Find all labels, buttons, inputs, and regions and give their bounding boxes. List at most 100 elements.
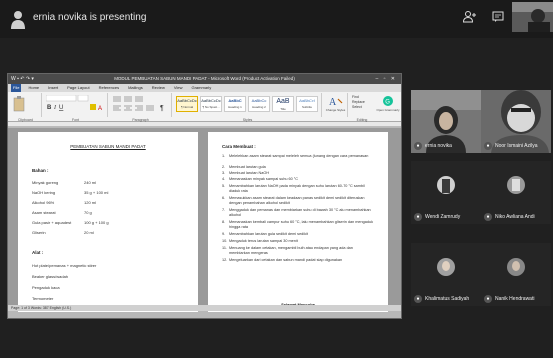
tab-view[interactable]: View <box>172 84 185 92</box>
style-no-spacing[interactable]: AaBbCcDc ¶ No Spaci... <box>200 96 222 112</box>
clipboard-group: Clipboard <box>10 93 42 122</box>
participant-tile[interactable]: ● Khalimatus Sadiyah <box>411 243 481 306</box>
style-no-spacing-sample: AaBbCcDc <box>201 98 221 103</box>
tool-item: Termometer <box>32 296 54 301</box>
tab-page-layout[interactable]: Page Layout <box>65 84 91 92</box>
mic-muted-icon: ● <box>414 213 422 221</box>
step-number: 1. <box>222 154 226 158</box>
ingredient-amount: 35 g + 100 ml <box>84 190 109 195</box>
style-normal[interactable]: AaBbCcDc ¶ Normal <box>176 96 198 112</box>
grammarly-group[interactable]: G Open Grammarly <box>376 93 400 117</box>
style-subtitle[interactable]: AaBbCcI Subtitle <box>296 96 318 112</box>
ribbon: Clipboard B I U A Font ¶ Paragraph AaBbC… <box>8 92 401 122</box>
svg-text:G: G <box>385 100 390 106</box>
people-add-icon[interactable] <box>459 9 481 29</box>
style-normal-sample: AaBbCcDc <box>177 98 197 103</box>
step-text: Menggaduk dan pemanas dan membiarkan suh… <box>229 208 371 217</box>
style-heading-2[interactable]: AaBbCc Heading 2 <box>248 96 270 112</box>
svg-text:B: B <box>47 105 52 111</box>
tab-references[interactable]: References <box>97 84 121 92</box>
style-normal-name: ¶ Normal <box>180 105 194 109</box>
change-styles-group[interactable]: A Change Styles <box>324 93 348 117</box>
change-styles-icon: A <box>329 97 343 107</box>
tab-insert[interactable]: Insert <box>46 84 60 92</box>
participant-name: Wendi Zamrudy <box>425 214 461 220</box>
step-number: 2. <box>222 165 226 169</box>
quick-access-icons[interactable]: W ▪ ↶ ↷ ▾ <box>11 74 34 84</box>
style-title[interactable]: AaB Title <box>272 96 294 112</box>
step-text: Menambahkan larutan NaOH pada minyak den… <box>229 184 365 193</box>
style-no-spacing-name: ¶ No Spaci... <box>202 105 220 109</box>
svg-text:¶: ¶ <box>160 105 164 112</box>
paragraph-controls-icon[interactable]: ¶ <box>112 95 170 113</box>
ingredient-row: Gliserin 20 ml <box>32 230 182 235</box>
ruler[interactable] <box>8 122 401 127</box>
step-text: Mengeluarkan dari cetakan dan sabun mand… <box>229 258 343 262</box>
step-text: Memanaskan kembali campur suhu 60 °C, la… <box>229 220 373 229</box>
document-page-1[interactable]: PEMBUATAN SABUN MANDI PADAT Bahan : Miny… <box>18 132 198 312</box>
participant-tile[interactable]: ● Noor Ismaini Azilya <box>481 90 551 153</box>
tab-review[interactable]: Review <box>150 84 167 92</box>
cara-membuat-heading: Cara Membuat : <box>222 144 256 149</box>
meet-window: ernia novika is presenting W ▪ ↶ ↷ ▾ MOD… <box>0 0 553 358</box>
select-button[interactable]: Select <box>352 105 365 110</box>
word-status-bar: Page: 1 of 3 Words: 387 English (U.S.) <box>8 305 401 311</box>
font-controls-icon[interactable]: B I U A <box>46 95 106 113</box>
document-page-2[interactable]: Cara Membuat : 1. Melelehkan asam stearat… <box>208 132 388 312</box>
step-text: Membuat larutan gula <box>229 165 266 169</box>
chat-icon[interactable] <box>487 9 509 29</box>
paragraph-group: ¶ Paragraph <box>110 93 172 122</box>
ingredient-name: Alkohol 96% <box>32 200 55 205</box>
participant-name: Khalimatus Sadiyah <box>425 296 470 302</box>
ingredient-row: NaOH kering 35 g + 100 ml <box>32 190 182 195</box>
step-number: 3. <box>222 171 226 175</box>
style-heading-1[interactable]: AaBbC Heading 1 <box>224 96 246 112</box>
step-number: 10. <box>222 239 228 243</box>
step-number: 12. <box>222 258 228 262</box>
participant-tile[interactable]: ● Nanik Hendrawati <box>481 243 551 306</box>
participant-avatar <box>507 176 525 194</box>
style-subtitle-sample: AaBbCcI <box>299 98 315 103</box>
styles-label: Styles <box>242 118 253 122</box>
alat-heading: Alat : <box>32 250 44 255</box>
style-subtitle-name: Subtitle <box>301 105 312 109</box>
presenter-avatar-icon <box>11 11 25 29</box>
word-title-bar: W ▪ ↶ ↷ ▾ MODUL PEMBUATAN SABUN MANDI PA… <box>8 74 401 84</box>
top-bar: ernia novika is presenting <box>0 0 553 38</box>
ingredient-name: Asam stearat <box>32 210 56 215</box>
step-number: 9. <box>222 232 226 236</box>
window-controls[interactable]: – ▫ ✕ <box>375 74 397 84</box>
font-label: Font <box>71 118 79 122</box>
participant-tile[interactable]: ● Wendi Zamrudy <box>411 161 481 224</box>
step-number: 6. <box>222 196 226 200</box>
font-group: B I U A Font <box>44 93 108 122</box>
ingredient-name: NaOH kering <box>32 190 56 195</box>
tab-home[interactable]: Home <box>26 84 41 92</box>
mic-muted-icon: ● <box>484 213 492 221</box>
step-text: Memanaskan minyak sampai suhu 60 °C <box>229 177 299 181</box>
paste-icon[interactable] <box>13 96 27 112</box>
participant-tile[interactable]: ● ernia novika <box>411 90 481 153</box>
step-text: Mengaduk terus larutan sampai 30 menit <box>229 239 298 243</box>
word-window-title: MODUL PEMBUATAN SABUN MANDI PADAT - Micr… <box>114 76 295 81</box>
ingredient-row: Asam stearat 70 g <box>32 210 182 215</box>
tool-item: Hot plate/pemanas + magnetic stirer <box>32 263 97 268</box>
tab-grammarly[interactable]: Grammarly <box>189 84 213 92</box>
tab-file[interactable]: File <box>11 84 22 92</box>
ingredient-amount: 120 ml <box>84 200 97 205</box>
change-styles-label: Change Styles <box>325 108 346 112</box>
open-grammarly-label: Open Grammarly <box>376 108 400 112</box>
mic-muted-icon: ● <box>414 142 422 150</box>
editing-group: Find Replace Select Editing <box>350 93 374 122</box>
svg-text:I: I <box>53 105 57 111</box>
self-view-thumbnail[interactable] <box>512 2 553 32</box>
participant-tile[interactable]: ● Niko Awliana Andi <box>481 161 551 224</box>
ingredient-row: Gula pasir + aquadest 100 g + 100 g <box>32 220 182 225</box>
presenting-label: ernia novika is presenting <box>33 12 147 23</box>
tool-item: Pengaduk kaca <box>32 285 60 290</box>
style-heading-1-name: Heading 1 <box>228 105 242 109</box>
document-area[interactable]: PEMBUATAN SABUN MANDI PADAT Bahan : Miny… <box>8 128 401 312</box>
tab-mailings[interactable]: Mailings <box>126 84 145 92</box>
ingredient-row: Alkohol 96% 120 ml <box>32 200 182 205</box>
style-heading-1-sample: AaBbC <box>228 98 242 103</box>
